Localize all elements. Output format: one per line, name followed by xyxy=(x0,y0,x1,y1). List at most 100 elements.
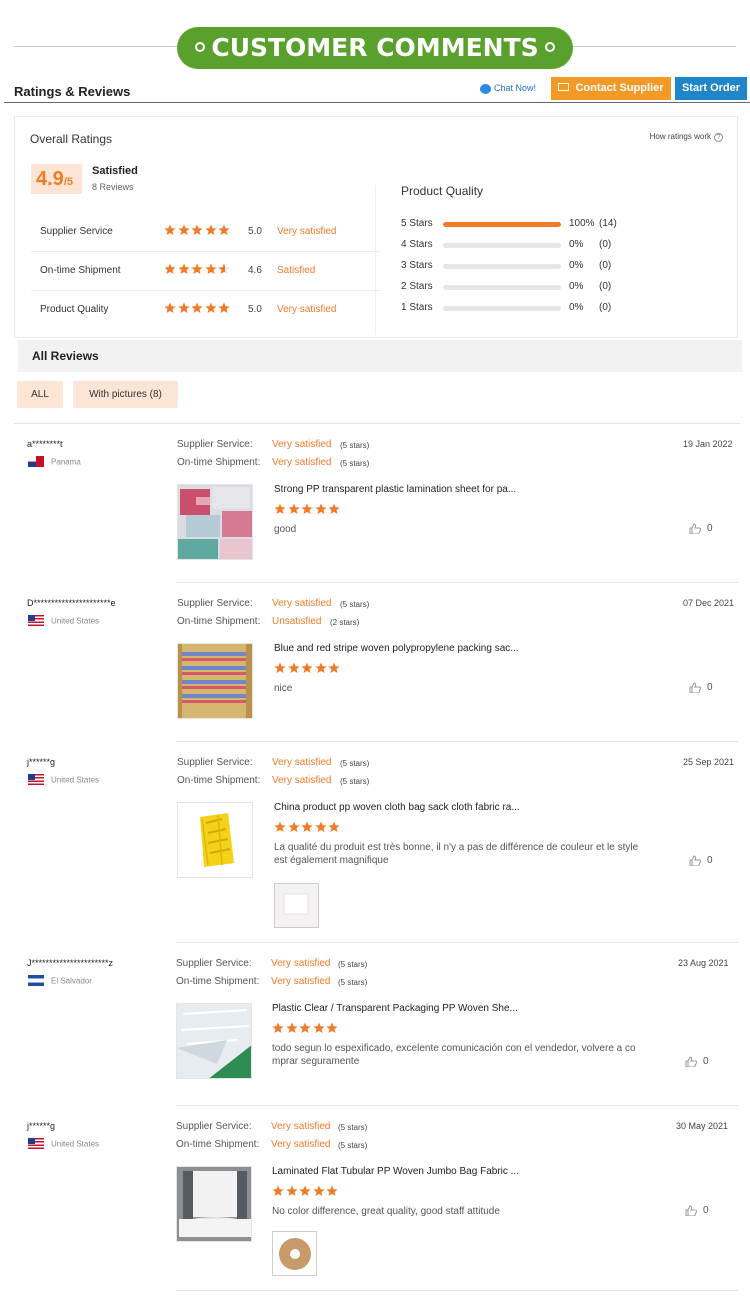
thumbs-up-icon xyxy=(685,1056,698,1068)
all-reviews-title: All Reviews xyxy=(32,349,99,363)
like-count: 0 xyxy=(707,855,713,867)
ontime-shipment-label: On-time Shipment: xyxy=(177,457,261,468)
review-attachment-image[interactable] xyxy=(274,883,319,928)
like-button[interactable]: 0 xyxy=(685,1205,709,1217)
ontime-shipment-stars: (2 stars) xyxy=(330,618,360,627)
product-thumbnail[interactable] xyxy=(176,1003,252,1079)
chat-now-label: Chat Now! xyxy=(494,83,537,93)
reviewer-name: a********t xyxy=(27,439,63,449)
reviewer-country: United States xyxy=(28,615,99,627)
ontime-shipment-value: Very satisfied xyxy=(272,775,332,786)
mail-icon xyxy=(558,83,570,92)
star-icon xyxy=(301,821,313,832)
ontime-shipment-label: On-time Shipment: xyxy=(177,616,261,627)
product-thumbnail[interactable] xyxy=(177,643,253,719)
reviewer-country: United States xyxy=(28,774,99,786)
product-star-rating xyxy=(274,503,342,521)
ontime-shipment-value: Very satisfied xyxy=(272,457,332,468)
start-order-button[interactable]: Start Order xyxy=(675,77,747,100)
filter-with-pictures-button[interactable]: With pictures (8) xyxy=(73,381,178,408)
banner-title: CUSTOMER COMMENTS xyxy=(211,33,539,62)
ontime-shipment-stars: (5 stars) xyxy=(338,978,368,987)
product-title[interactable]: Plastic Clear / Transparent Packaging PP… xyxy=(272,1003,518,1014)
like-button[interactable]: 0 xyxy=(689,855,713,867)
product-thumbnail[interactable] xyxy=(177,802,253,878)
star-rating xyxy=(164,263,232,281)
bar-track xyxy=(443,222,561,227)
star-icon xyxy=(177,263,190,274)
country-name: United States xyxy=(51,1139,100,1149)
star-icon xyxy=(285,1185,298,1196)
star-icon xyxy=(164,263,176,274)
bar-percent: 100% xyxy=(569,218,595,229)
chat-now-link[interactable]: Chat Now! xyxy=(480,83,536,94)
star-bar-5: 5 Stars 100% (14) xyxy=(401,217,641,231)
product-title[interactable]: Blue and red stripe woven polypropylene … xyxy=(274,643,519,654)
rating-label: On-time Shipment xyxy=(40,265,121,276)
star-icon xyxy=(191,263,203,274)
product-thumbnail[interactable] xyxy=(176,1166,252,1242)
bar-track xyxy=(443,285,561,290)
star-icon xyxy=(301,503,313,514)
supplier-service-label: Supplier Service: xyxy=(176,958,252,969)
bar-count: (0) xyxy=(599,281,612,292)
star-icon xyxy=(272,1185,284,1196)
product-title[interactable]: China product pp woven cloth bag sack cl… xyxy=(274,802,520,813)
star-bar-1: 1 Stars 0% (0) xyxy=(401,301,641,315)
like-count: 0 xyxy=(707,523,713,535)
reviewer-name: j******g xyxy=(27,757,56,767)
rating-label: Product Quality xyxy=(40,304,109,315)
star-icon xyxy=(218,302,230,313)
filter-all-button[interactable]: ALL xyxy=(17,381,63,408)
ontime-shipment-stars: (5 stars) xyxy=(340,777,370,786)
like-count: 0 xyxy=(703,1205,709,1217)
review-attachment-image[interactable] xyxy=(272,1231,317,1276)
star-icon xyxy=(204,302,217,313)
product-star-rating xyxy=(272,1022,340,1040)
supplier-service-stars: (5 stars) xyxy=(340,441,370,450)
supplier-service-value: Very satisfied xyxy=(272,439,332,450)
product-image-striped-sack xyxy=(178,644,252,718)
reviewer-country: El Salvador xyxy=(28,975,92,987)
how-ratings-label: How ratings work xyxy=(649,132,711,141)
contact-supplier-label: Contact Supplier xyxy=(575,82,664,94)
ontime-shipment-value: Unsatisfied xyxy=(272,616,322,627)
country-name: Panama xyxy=(51,457,81,467)
score-value: 4.9 xyxy=(36,168,64,190)
star-icon xyxy=(274,821,286,832)
rating-value: 5.0 xyxy=(248,304,262,315)
how-ratings-work-link[interactable]: How ratings work? xyxy=(650,132,723,142)
like-button[interactable]: 0 xyxy=(689,523,713,535)
star-icon xyxy=(328,821,340,832)
bar-track xyxy=(443,264,561,269)
review-date: 19 Jan 2022 xyxy=(683,439,733,449)
review-date: 30 May 2021 xyxy=(676,1121,729,1131)
review-comment: La qualité du produit est très bonne, il… xyxy=(274,842,639,866)
star-icon xyxy=(191,224,203,235)
bar-label: 2 Stars xyxy=(401,281,433,292)
product-thumbnail[interactable] xyxy=(177,484,253,560)
product-title[interactable]: Laminated Flat Tubular PP Woven Jumbo Ba… xyxy=(272,1166,519,1177)
circle-icon xyxy=(195,42,206,52)
star-icon xyxy=(328,662,340,673)
product-title[interactable]: Strong PP transparent plastic lamination… xyxy=(274,484,516,495)
bar-count: (0) xyxy=(599,260,612,271)
like-button[interactable]: 0 xyxy=(689,682,713,694)
customer-comments-banner: CUSTOMER COMMENTS xyxy=(0,0,750,80)
product-image-laminated-bags xyxy=(178,485,252,559)
rating-value: 5.0 xyxy=(248,226,262,237)
rating-word: Very satisfied xyxy=(277,304,337,315)
contact-supplier-button[interactable]: Contact Supplier xyxy=(551,77,671,100)
ontime-shipment-label: On-time Shipment: xyxy=(176,976,260,987)
supplier-service-value: Very satisfied xyxy=(272,598,332,609)
ontime-shipment-label: On-time Shipment: xyxy=(177,775,261,786)
product-image-fabric-roll xyxy=(177,1167,251,1241)
rating-label: Supplier Service xyxy=(40,226,113,237)
star-icon xyxy=(272,1022,284,1033)
review-divider xyxy=(176,942,738,943)
product-star-rating xyxy=(272,1185,340,1203)
bar-label: 4 Stars xyxy=(401,239,433,250)
reviewer-name: D**********************e xyxy=(27,598,116,608)
like-button[interactable]: 0 xyxy=(685,1056,709,1068)
star-bar-2: 2 Stars 0% (0) xyxy=(401,280,641,294)
